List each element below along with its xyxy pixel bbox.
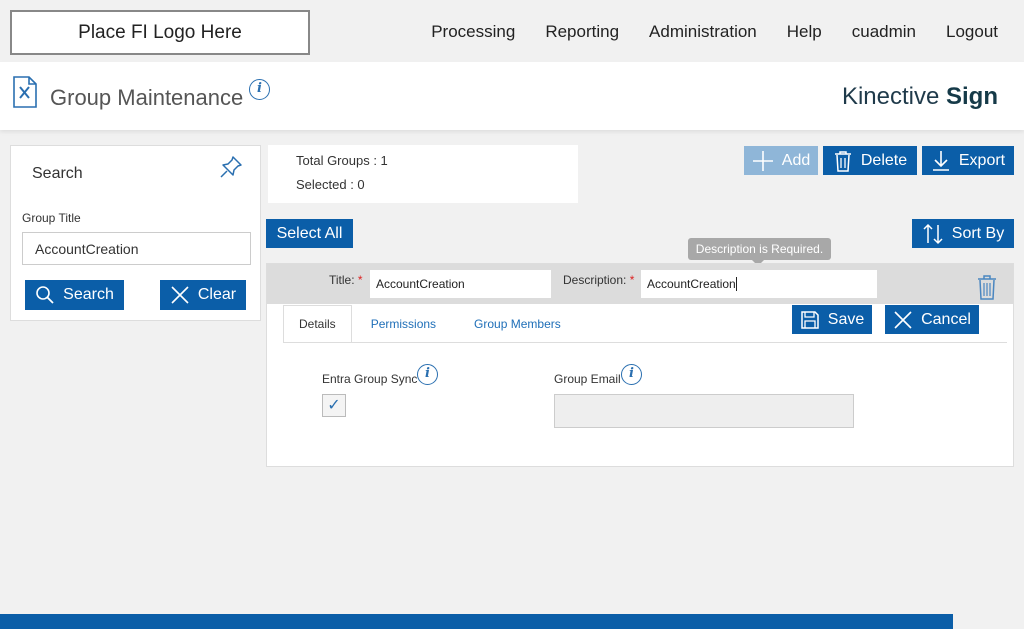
validation-tooltip: Description is Required. xyxy=(688,238,831,266)
edit-tabs: Details Permissions Group Members xyxy=(283,305,580,343)
sort-by-button[interactable]: Sort By xyxy=(912,219,1014,248)
text-cursor xyxy=(735,277,737,291)
document-tools-icon xyxy=(12,76,38,113)
export-button-label: Export xyxy=(958,151,1006,169)
close-icon xyxy=(894,310,912,329)
search-button-label: Search xyxy=(63,286,114,303)
group-title-label: Group Title xyxy=(22,211,81,225)
delete-button[interactable]: Delete xyxy=(823,146,917,175)
plus-icon xyxy=(752,150,773,171)
cancel-button[interactable]: Cancel xyxy=(885,305,979,334)
info-icon[interactable]: i xyxy=(249,79,270,100)
select-all-button[interactable]: Select All xyxy=(266,219,353,248)
save-button[interactable]: Save xyxy=(792,305,872,334)
required-mark: * xyxy=(357,273,363,287)
save-button-label: Save xyxy=(827,310,865,328)
group-edit-card: Title: * AccountCreation Description: * … xyxy=(266,263,1014,467)
add-button[interactable]: Add xyxy=(744,146,818,175)
title-bar: Group Maintenance i Kinective Sign xyxy=(0,62,1024,130)
tab-divider xyxy=(283,342,1007,343)
search-title: Search xyxy=(32,165,83,182)
main-nav: Processing Reporting Administration Help… xyxy=(431,22,998,42)
group-title-input[interactable] xyxy=(22,232,251,265)
footer-bar xyxy=(0,614,953,629)
description-label-text: Description: xyxy=(563,273,627,287)
tab-details[interactable]: Details xyxy=(283,305,352,343)
group-stats: Total Groups : 1 Selected : 0 xyxy=(268,145,578,203)
nav-user[interactable]: cuadmin xyxy=(852,22,916,42)
search-icon xyxy=(36,286,54,304)
brand-bold: Sign xyxy=(946,83,998,110)
export-button[interactable]: Export xyxy=(922,146,1014,175)
description-input[interactable]: AccountCreation xyxy=(641,270,877,298)
save-icon xyxy=(801,310,819,329)
download-icon xyxy=(932,150,949,171)
delete-button-label: Delete xyxy=(860,151,908,169)
group-email-input[interactable] xyxy=(554,394,854,428)
title-field-label: Title: * xyxy=(329,273,363,287)
description-field-label: Description: * xyxy=(563,273,634,287)
clear-button-label: Clear xyxy=(197,286,237,303)
clear-button[interactable]: Clear xyxy=(160,280,246,310)
pin-icon[interactable] xyxy=(218,154,244,185)
tab-permissions[interactable]: Permissions xyxy=(352,305,455,343)
description-value: AccountCreation xyxy=(647,277,736,291)
trash-icon xyxy=(834,150,851,172)
page-title: Group Maintenance xyxy=(50,85,244,110)
info-icon[interactable]: i xyxy=(621,364,642,385)
required-mark: * xyxy=(629,273,635,287)
brand-logo: Kinective Sign xyxy=(842,83,998,111)
top-bar: Place FI Logo Here Processing Reporting … xyxy=(0,0,1024,62)
tab-group-members[interactable]: Group Members xyxy=(455,305,580,343)
nav-reporting[interactable]: Reporting xyxy=(545,22,619,42)
trash-icon[interactable] xyxy=(976,274,998,305)
total-groups: Total Groups : 1 xyxy=(296,153,388,168)
sort-icon xyxy=(923,223,943,244)
brand-light: Kinective xyxy=(841,83,946,110)
edit-header: Title: * AccountCreation Description: * … xyxy=(267,264,1013,304)
nav-processing[interactable]: Processing xyxy=(431,22,515,42)
entra-group-sync-checkbox[interactable]: ✓ xyxy=(322,394,346,417)
search-button[interactable]: Search xyxy=(25,280,124,310)
nav-logout[interactable]: Logout xyxy=(946,22,998,42)
info-icon[interactable]: i xyxy=(417,364,438,385)
add-button-label: Add xyxy=(781,151,811,169)
search-panel: Search Group Title Search Clear xyxy=(10,145,261,321)
sort-by-label: Sort By xyxy=(951,224,1005,242)
nav-administration[interactable]: Administration xyxy=(649,22,757,42)
nav-help[interactable]: Help xyxy=(787,22,822,42)
group-email-label: Group Email xyxy=(554,372,621,386)
logo-placeholder: Place FI Logo Here xyxy=(10,10,310,55)
title-label-text: Title: xyxy=(329,273,355,287)
close-icon xyxy=(171,286,189,304)
cancel-button-label: Cancel xyxy=(921,310,971,328)
selected-count: Selected : 0 xyxy=(296,177,365,192)
title-input[interactable]: AccountCreation xyxy=(370,270,551,298)
entra-group-sync-label: Entra Group Sync xyxy=(322,372,418,386)
